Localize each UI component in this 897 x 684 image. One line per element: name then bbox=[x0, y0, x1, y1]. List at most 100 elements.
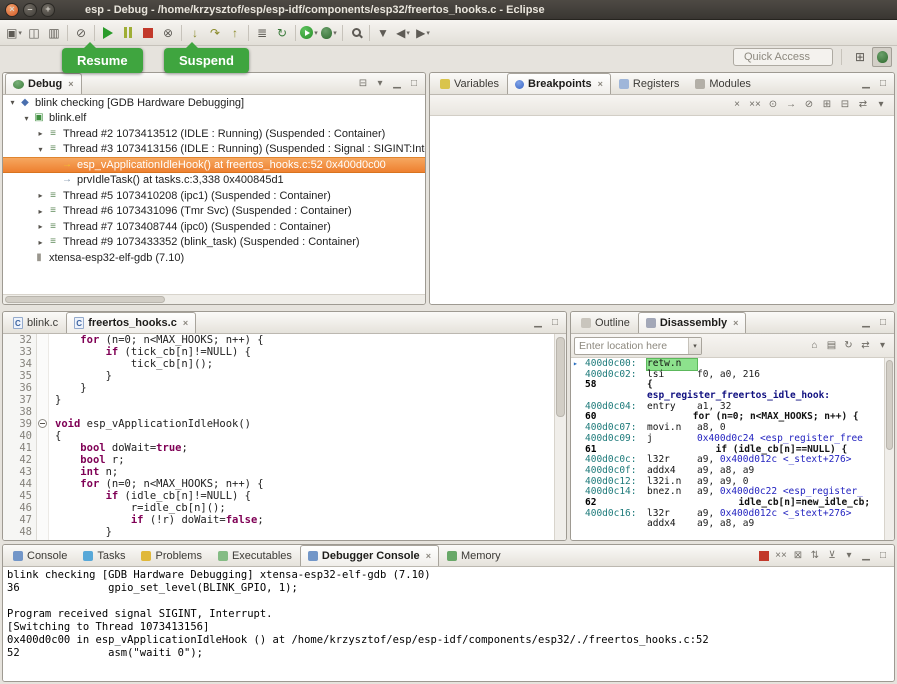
tab-modules[interactable]: Modules bbox=[687, 73, 759, 94]
code-line[interactable]: { bbox=[55, 430, 554, 442]
close-tab-icon[interactable]: × bbox=[68, 79, 73, 89]
step-over-icon[interactable]: ↷ bbox=[205, 23, 225, 43]
code-line[interactable]: } bbox=[55, 382, 554, 394]
tab-executables[interactable]: Executables bbox=[210, 545, 300, 566]
go-to-file-for-breakpoint-icon[interactable]: → bbox=[782, 96, 800, 114]
minimize-view-icon[interactable]: ▁ bbox=[858, 76, 874, 92]
tree-expander-icon[interactable]: ▸ bbox=[35, 191, 46, 200]
tab-outline[interactable]: Outline bbox=[573, 312, 638, 333]
tab-disassembly[interactable]: Disassembly× bbox=[638, 312, 747, 333]
debug-icon[interactable]: ▾ bbox=[319, 23, 339, 43]
collapse-all-icon[interactable]: ⊟ bbox=[355, 76, 371, 92]
location-combo[interactable]: Enter location here ▾ bbox=[574, 337, 702, 355]
skip-all-breakpoints-icon[interactable]: ⊘ bbox=[71, 23, 91, 43]
maximize-view-icon[interactable]: □ bbox=[875, 315, 891, 331]
close-tab-icon[interactable]: × bbox=[733, 318, 738, 328]
scrollbar-thumb[interactable] bbox=[886, 360, 893, 450]
debug-perspective-button[interactable] bbox=[872, 47, 892, 67]
tab-blink-c[interactable]: blink.c bbox=[5, 312, 66, 333]
search-icon[interactable] bbox=[346, 23, 366, 43]
debug-tree-item[interactable]: xtensa-esp32-elf-gdb (7.10) bbox=[3, 250, 425, 266]
minimize-view-icon[interactable]: ▁ bbox=[389, 76, 405, 92]
tree-expander-icon[interactable]: ▸ bbox=[35, 238, 46, 247]
clear-console-icon[interactable]: ⊠ bbox=[790, 548, 806, 564]
tree-expander-icon[interactable]: ▾ bbox=[21, 114, 32, 123]
debug-tree-item[interactable]: esp_vApplicationIdleHook() at freertos_h… bbox=[3, 157, 425, 173]
code-line[interactable]: for (n=0; n<MAX_HOOKS; n++) { bbox=[55, 478, 554, 490]
restart-icon[interactable]: ↻ bbox=[272, 23, 292, 43]
link-with-debug-view-icon[interactable]: ⇄ bbox=[854, 96, 872, 114]
minimize-view-icon[interactable]: ▁ bbox=[858, 548, 874, 564]
back-icon[interactable]: ◀▾ bbox=[393, 23, 413, 43]
code-line[interactable]: r=idle_cb[n](); bbox=[55, 502, 554, 514]
tab-breakpoints[interactable]: Breakpoints× bbox=[507, 73, 611, 94]
disassembly-vertical-scrollbar[interactable] bbox=[884, 358, 894, 540]
disconnect-icon[interactable]: ⊗ bbox=[158, 23, 178, 43]
minimize-button[interactable]: – bbox=[23, 3, 37, 17]
debugger-console-output[interactable]: blink checking [GDB Hardware Debugging] … bbox=[3, 567, 894, 681]
debug-tree-item[interactable]: ▾blink.elf bbox=[3, 111, 425, 127]
maximize-button[interactable]: + bbox=[41, 3, 55, 17]
home-icon[interactable]: ⌂ bbox=[806, 337, 823, 354]
tab-debug[interactable]: Debug× bbox=[5, 73, 82, 94]
terminate-icon[interactable] bbox=[138, 23, 158, 43]
code-line[interactable]: bool r; bbox=[55, 454, 554, 466]
tab-problems[interactable]: Problems bbox=[133, 545, 209, 566]
horizontal-scrollbar[interactable] bbox=[3, 294, 425, 304]
maximize-view-icon[interactable]: □ bbox=[875, 76, 891, 92]
editor-vertical-scrollbar[interactable] bbox=[554, 334, 566, 540]
show-source-icon[interactable]: ▤ bbox=[823, 337, 840, 354]
code-line[interactable]: tick_cb[n](); bbox=[55, 358, 554, 370]
tab-tasks[interactable]: Tasks bbox=[75, 545, 133, 566]
close-tab-icon[interactable]: × bbox=[598, 79, 603, 89]
collapse-fold-icon[interactable] bbox=[38, 419, 47, 428]
run-icon[interactable]: ▾ bbox=[299, 23, 319, 43]
combo-dropdown-icon[interactable]: ▾ bbox=[688, 338, 701, 354]
debug-tree-item[interactable]: ▸Thread #2 1073413512 (IDLE : Running) (… bbox=[3, 126, 425, 142]
code-line[interactable]: if (idle_cb[n]!=NULL) { bbox=[55, 490, 554, 502]
suspend-icon[interactable] bbox=[118, 23, 138, 43]
code-line[interactable]: bool doWait=true; bbox=[55, 442, 554, 454]
close-tab-icon[interactable]: × bbox=[426, 551, 431, 561]
code-editor[interactable]: 3233343536373839404142434445464748 for (… bbox=[3, 334, 566, 540]
maximize-view-icon[interactable]: □ bbox=[875, 548, 891, 564]
refresh-icon[interactable]: ↻ bbox=[840, 337, 857, 354]
tab-freertos-hooks-c[interactable]: freertos_hooks.c× bbox=[66, 312, 196, 333]
remove-all-breakpoints-icon[interactable]: ×× bbox=[746, 96, 764, 114]
code-line[interactable]: int n; bbox=[55, 466, 554, 478]
pin-console-icon[interactable]: ⊻ bbox=[824, 548, 840, 564]
tree-expander-icon[interactable]: ▸ bbox=[35, 129, 46, 138]
code-area[interactable]: for (n=0; n<MAX_HOOKS; n++) { if (tick_c… bbox=[49, 334, 554, 540]
code-line[interactable] bbox=[55, 406, 554, 418]
terminate-icon[interactable] bbox=[756, 548, 772, 564]
disassembly-line[interactable]: addx4a9, a8, a9 bbox=[571, 519, 884, 530]
expand-all-icon[interactable]: ⊞ bbox=[818, 96, 836, 114]
view-menu-icon[interactable]: ▾ bbox=[372, 76, 388, 92]
open-perspective-icon[interactable]: ⊞ bbox=[850, 47, 870, 67]
tab-memory[interactable]: Memory bbox=[439, 545, 509, 566]
debug-tree-item[interactable]: ▸Thread #9 1073433352 (blink_task) (Susp… bbox=[3, 235, 425, 251]
code-line[interactable]: if (!r) doWait=false; bbox=[55, 514, 554, 526]
step-return-icon[interactable]: ↑ bbox=[225, 23, 245, 43]
scroll-lock-icon[interactable]: ⇅ bbox=[807, 548, 823, 564]
code-line[interactable]: } bbox=[55, 370, 554, 382]
skip-all-breakpoints-icon[interactable]: ⊘ bbox=[800, 96, 818, 114]
close-tab-icon[interactable]: × bbox=[183, 318, 188, 328]
show-breakpoints-for-selection-icon[interactable]: ⊙ bbox=[764, 96, 782, 114]
code-line[interactable]: if (tick_cb[n]!=NULL) { bbox=[55, 346, 554, 358]
collapse-all-icon[interactable]: ⊟ bbox=[836, 96, 854, 114]
minimize-view-icon[interactable]: ▁ bbox=[858, 315, 874, 331]
maximize-view-icon[interactable]: □ bbox=[547, 315, 563, 331]
debug-tree-item[interactable]: prvIdleTask() at tasks.c:3,338 0x400845d… bbox=[3, 173, 425, 189]
scrollbar-thumb[interactable] bbox=[556, 337, 565, 417]
resume-icon[interactable] bbox=[98, 23, 118, 43]
tab-variables[interactable]: Variables bbox=[432, 73, 507, 94]
tree-expander-icon[interactable]: ▸ bbox=[35, 207, 46, 216]
code-line[interactable]: for (n=0; n<MAX_HOOKS; n++) { bbox=[55, 334, 554, 346]
remove-selected-breakpoints-icon[interactable]: × bbox=[728, 96, 746, 114]
code-line[interactable]: } bbox=[55, 526, 554, 538]
debug-tree-item[interactable]: ▸Thread #5 1073410208 (ipc1) (Suspended … bbox=[3, 188, 425, 204]
debug-tree-item[interactable]: ▸Thread #6 1073431096 (Tmr Svc) (Suspend… bbox=[3, 204, 425, 220]
step-into-icon[interactable]: ↓ bbox=[185, 23, 205, 43]
remove-all-terminated-icon[interactable]: ×× bbox=[773, 548, 789, 564]
